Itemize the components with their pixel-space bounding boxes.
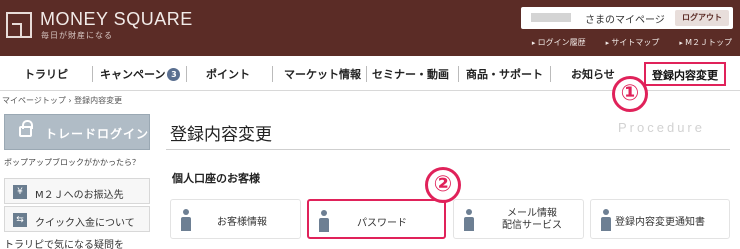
sitemap-link[interactable]: サイトマップ: [606, 37, 659, 48]
transfer-icon: ⇆: [13, 213, 27, 227]
logo-subtitle: 毎日が財産になる: [41, 31, 113, 40]
nav-divider: [186, 66, 187, 82]
side-link-label: クイック入金について: [35, 218, 135, 229]
user-info-box: さまのマイページ ログアウト: [521, 7, 733, 29]
nav-item-products[interactable]: 商品・サポート: [466, 66, 543, 82]
password-card[interactable]: パスワード: [307, 199, 446, 239]
card-label: パスワード: [357, 218, 407, 229]
card-label-line1: メール情報: [507, 208, 557, 219]
logo-title[interactable]: MONEY SQUARE: [40, 9, 193, 30]
nav-item-seminar[interactable]: セミナー・動画: [372, 66, 449, 82]
login-history-link[interactable]: ログイン履歴: [532, 37, 586, 48]
yen-icon: ¥: [13, 185, 27, 199]
m2j-bank-transfer-link[interactable]: ¥ M２Ｊへのお振込先: [4, 178, 150, 204]
lock-icon: [19, 120, 33, 137]
nav-divider: [550, 66, 551, 82]
side-link-label: M２Ｊへのお振込先: [35, 190, 124, 201]
nav-item-label: 登録内容変更: [652, 69, 718, 82]
change-notice-card[interactable]: 登録内容変更通知書: [590, 199, 730, 239]
utility-links: ログイン履歴 サイトマップ M２Ｊトップ: [532, 37, 732, 48]
logo-icon[interactable]: [6, 12, 32, 38]
step-marker-1: ①: [612, 76, 648, 112]
person-icon: [464, 209, 474, 231]
campaign-count-badge: 3: [167, 68, 181, 81]
trade-login-label: トレードログイン: [45, 127, 150, 141]
nav-divider: [92, 66, 93, 82]
nav-item-registration-change[interactable]: 登録内容変更: [644, 62, 726, 86]
site-header: MONEY SQUARE 毎日が財産になる さまのマイページ ログアウト ログイ…: [0, 0, 740, 56]
section-title: 個人口座のお客様: [172, 172, 260, 185]
person-icon: [601, 209, 611, 231]
nav-item-label: キャンペーン: [100, 68, 166, 81]
step-marker-2: ②: [425, 167, 461, 203]
popup-block-help-link[interactable]: ポップアップブロックがかかったら？: [4, 157, 140, 168]
mypage-label: さまのマイページ: [585, 15, 665, 26]
mail-settings-card[interactable]: メール情報 配信サービス: [453, 199, 584, 239]
nav-divider: [458, 66, 459, 82]
m2j-top-link[interactable]: M２Ｊトップ: [679, 37, 732, 48]
card-label-line2: 配信サービス: [502, 220, 562, 231]
card-label: お客様情報: [217, 217, 267, 228]
procedure-label: Procedure: [618, 120, 705, 135]
person-icon: [181, 209, 191, 231]
faq-link[interactable]: トラリピで気になる疑問を: [4, 236, 124, 249]
trade-login-button[interactable]: トレードログイン: [4, 114, 150, 150]
blurred-user-name: [531, 13, 571, 22]
page-title: 登録内容変更: [170, 125, 272, 145]
nav-item-point[interactable]: ポイント: [206, 66, 250, 82]
person-icon: [319, 210, 329, 232]
nav-item-trarepi[interactable]: トラリピ: [24, 66, 68, 82]
logout-button[interactable]: ログアウト: [675, 10, 729, 26]
nav-item-news[interactable]: お知らせ: [571, 66, 615, 82]
nav-divider: [272, 66, 273, 82]
title-divider: [166, 149, 730, 150]
nav-divider: [366, 66, 367, 82]
breadcrumb[interactable]: マイページトップ › 登録内容変更: [2, 95, 122, 106]
customer-info-card[interactable]: お客様情報: [170, 199, 301, 239]
card-label: 登録内容変更通知書: [615, 217, 705, 228]
quick-deposit-link[interactable]: ⇆ クイック入金について: [4, 206, 150, 232]
nav-item-market[interactable]: マーケット情報: [284, 66, 361, 82]
nav-item-campaign[interactable]: キャンペーン 3: [100, 66, 181, 82]
